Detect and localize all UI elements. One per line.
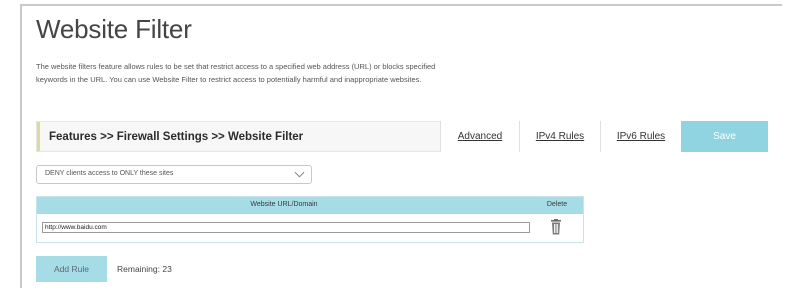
tab-ipv4-rules[interactable]: IPv4 Rules [519,121,600,152]
save-button[interactable]: Save [681,121,768,152]
filter-mode-select[interactable]: DENY clients access to ONLY these sites [36,165,312,184]
page-title: Website Filter [36,14,192,44]
url-field[interactable]: http://www.baidu.com [42,222,530,233]
column-header-url: Website URL/Domain [250,201,318,208]
remaining-count: Remaining: 23 [117,264,172,274]
chevron-down-icon [294,167,305,178]
tab-ipv6-rules[interactable]: IPv6 Rules [600,121,681,152]
trash-icon[interactable] [550,219,562,235]
table-header: Website URL/Domain Delete [37,197,583,214]
toolbar: Features >> Firewall Settings >> Website… [36,121,768,152]
toolbar-accent [37,122,40,151]
column-header-delete: Delete [546,201,568,208]
add-rule-button[interactable]: Add Rule [36,256,107,282]
tab-advanced[interactable]: Advanced [440,121,519,152]
page-description: The website filters feature allows rules… [36,62,436,84]
url-table: Website URL/Domain Delete http://www.bai… [36,196,584,243]
filter-mode-value: DENY clients access to ONLY these sites [45,170,174,177]
tab-bar: Advanced IPv4 Rules IPv6 Rules Save [440,121,768,152]
breadcrumb: Features >> Firewall Settings >> Website… [49,131,304,143]
